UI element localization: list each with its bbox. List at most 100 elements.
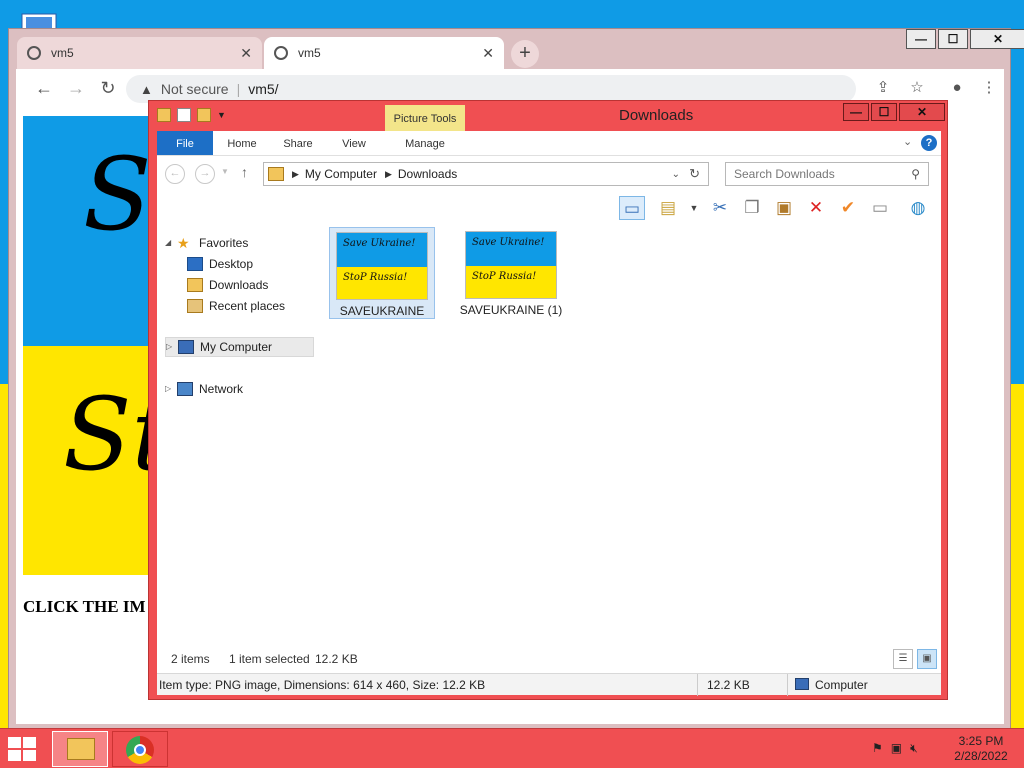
search-input[interactable]: Search Downloads ⚲: [725, 162, 929, 186]
reload-icon[interactable]: ↻: [96, 76, 120, 100]
window-title: Downloads: [619, 107, 694, 124]
cut-icon[interactable]: ✂: [707, 196, 733, 220]
refresh-icon[interactable]: ↻: [689, 166, 700, 182]
copy-icon[interactable]: ❐: [739, 196, 765, 220]
up-arrow-icon[interactable]: ↑: [241, 164, 248, 180]
nav-my-computer[interactable]: ▷ My Computer: [165, 337, 314, 357]
browser-tab-2[interactable]: vm5 ✕: [264, 37, 504, 69]
bookmark-star-icon[interactable]: ☆: [905, 76, 929, 100]
address-dropdown-icon[interactable]: ⌄: [672, 169, 680, 180]
properties-icon[interactable]: ▭: [867, 196, 893, 220]
expand-arrow-icon[interactable]: ▷: [165, 379, 177, 399]
banner-scrawl-bottom: St: [63, 376, 153, 493]
breadcrumb-chevron-icon[interactable]: ▶: [385, 169, 392, 180]
nav-label: Network: [199, 382, 244, 396]
forward-arrow-icon[interactable]: →: [195, 164, 215, 184]
help-icon[interactable]: ?: [921, 135, 937, 151]
navigation-pane: ◢ ★ Favorites Desktop Downloads Recent p…: [157, 225, 315, 645]
file-thumbnail: Save Ukraine! StoP Russia!: [465, 231, 557, 299]
back-arrow-icon[interactable]: ←: [165, 164, 185, 184]
globe-icon: [274, 46, 288, 60]
preview-pane-icon[interactable]: ▭: [619, 196, 645, 220]
nav-favorites[interactable]: ◢ ★ Favorites: [165, 233, 248, 253]
tab-share[interactable]: Share: [273, 131, 323, 155]
qat-dropdown-icon[interactable]: ▼: [217, 110, 226, 120]
minimize-button[interactable]: —: [843, 103, 869, 121]
file-item[interactable]: Save Ukraine! StoP Russia! SAVEUKRAINE (…: [451, 227, 571, 319]
share-icon[interactable]: ⇪: [871, 76, 895, 100]
nav-label: Downloads: [209, 278, 269, 292]
address-bar[interactable]: ▲ Not secure | vm5/: [126, 75, 856, 103]
maximize-button[interactable]: ☐: [938, 29, 968, 49]
command-bar: ▭ ▤ ▼ ✂ ❐ ▣ ✕ ✔ ▭ ◍: [157, 191, 941, 225]
close-button[interactable]: ✕: [970, 29, 1024, 49]
star-icon: ★: [177, 235, 190, 251]
nav-desktop[interactable]: Desktop: [187, 254, 253, 274]
collapse-arrow-icon[interactable]: ◢: [165, 233, 177, 253]
thumbnail-line-2: StoP Russia!: [337, 267, 427, 299]
expand-arrow-icon[interactable]: ▷: [166, 337, 178, 357]
paste-icon[interactable]: ▣: [771, 196, 797, 220]
network-globe-icon[interactable]: ◍: [905, 196, 931, 220]
browser-tab-1[interactable]: vm5 ✕: [17, 37, 262, 69]
nav-recent-places[interactable]: Recent places: [187, 296, 285, 316]
tab-close-icon[interactable]: ✕: [482, 45, 494, 62]
network-icon: [177, 382, 193, 396]
back-arrow-icon[interactable]: ←: [32, 76, 56, 100]
recent-dropdown-icon[interactable]: ▼: [221, 167, 229, 176]
menu-kebab-icon[interactable]: ⋮: [977, 76, 1001, 100]
thumbnail-line-2: StoP Russia!: [466, 266, 556, 298]
breadcrumb-my-computer[interactable]: My Computer: [305, 167, 377, 181]
move-to-icon[interactable]: ▤: [655, 196, 681, 220]
security-label: Not secure: [160, 81, 229, 97]
network-status-icon[interactable]: ▣: [891, 741, 902, 756]
new-tab-button[interactable]: +: [511, 40, 539, 68]
nav-network[interactable]: ▷ Network: [165, 379, 243, 399]
search-placeholder: Search Downloads: [734, 167, 835, 181]
tab-title: vm5: [51, 46, 74, 60]
action-center-flag-icon[interactable]: ⚑: [872, 741, 883, 756]
expand-ribbon-icon[interactable]: ⌄: [903, 135, 912, 148]
windows-start-icon[interactable]: [8, 737, 38, 761]
tab-manage[interactable]: Manage: [385, 131, 465, 155]
file-explorer-icon: [67, 738, 95, 760]
volume-muted-icon[interactable]: 🔇︎: [910, 741, 918, 756]
breadcrumb-downloads[interactable]: Downloads: [398, 167, 457, 181]
move-dropdown-icon[interactable]: ▼: [681, 196, 707, 220]
nav-label: Favorites: [199, 236, 249, 250]
picture-tools-tab-group: Picture Tools: [385, 105, 465, 133]
clock-time: 3:25 PM: [958, 734, 1004, 748]
save-ukraine-image-bottom[interactable]: St: [23, 346, 153, 575]
tab-file[interactable]: File: [157, 131, 213, 155]
forward-arrow-icon[interactable]: →: [64, 76, 88, 100]
profile-avatar-icon[interactable]: ●: [945, 76, 969, 100]
nav-downloads[interactable]: Downloads: [187, 275, 268, 295]
details-view-icon[interactable]: ☰: [893, 649, 913, 669]
nav-label: My Computer: [200, 340, 273, 354]
folder-icon[interactable]: [157, 108, 171, 122]
breadcrumb-chevron-icon[interactable]: ▶: [292, 169, 299, 180]
delete-icon[interactable]: ✕: [803, 196, 829, 220]
selection-count: 1 item selected: [229, 652, 310, 666]
minimize-button[interactable]: —: [906, 29, 936, 49]
new-folder-icon[interactable]: [197, 108, 211, 122]
item-location: Computer: [815, 678, 868, 692]
taskbar: ⚑ ▣ 🔇︎ 3:25 PM 2/28/2022: [0, 728, 1024, 768]
rename-check-icon[interactable]: ✔: [835, 196, 861, 220]
tab-title: vm5: [298, 46, 321, 60]
properties-icon[interactable]: [177, 108, 191, 122]
clock[interactable]: 3:25 PM 2/28/2022: [942, 734, 1020, 764]
tab-view[interactable]: View: [329, 131, 379, 155]
explorer-address-bar[interactable]: ▶ My Computer ▶ Downloads ⌄ ↻: [263, 162, 709, 186]
save-ukraine-image-top[interactable]: Sa: [23, 116, 153, 346]
maximize-button[interactable]: ☐: [871, 103, 897, 121]
large-icons-view-icon[interactable]: ▣: [917, 649, 937, 669]
file-list: Save Ukraine! StoP Russia! SAVEUKRAINE S…: [315, 225, 941, 645]
tab-close-icon[interactable]: ✕: [240, 45, 252, 62]
chrome-taskbar-button[interactable]: [112, 731, 168, 767]
chrome-icon: [126, 736, 154, 764]
file-explorer-taskbar-button[interactable]: [52, 731, 108, 767]
tab-home[interactable]: Home: [217, 131, 267, 155]
close-button[interactable]: ✕: [899, 103, 945, 121]
file-item[interactable]: Save Ukraine! StoP Russia! SAVEUKRAINE: [329, 227, 435, 319]
